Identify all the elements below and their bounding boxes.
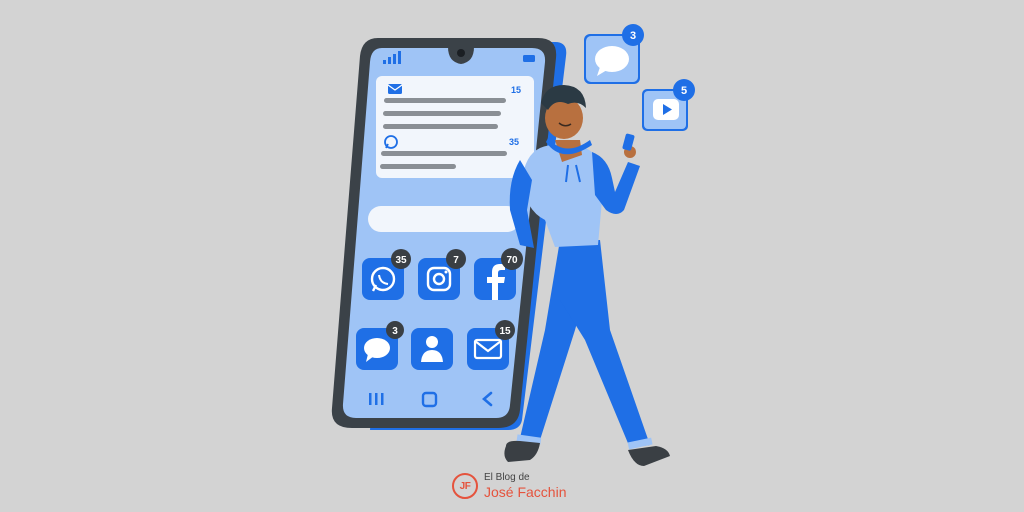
svg-text:70: 70	[506, 255, 518, 266]
email-count: 15	[511, 85, 521, 95]
brand-line1: El Blog de	[484, 472, 530, 483]
badge-facebook: 70	[501, 248, 523, 270]
brand-line2: José Facchin	[484, 484, 567, 500]
recents-icon[interactable]	[369, 393, 384, 405]
svg-text:5: 5	[681, 85, 687, 97]
svg-text:35: 35	[395, 255, 407, 266]
svg-text:3: 3	[392, 326, 398, 337]
envelope-icon	[387, 84, 403, 94]
badge-messages: 3	[386, 321, 404, 339]
brand-text: El Blog de José Facchin	[484, 472, 567, 500]
svg-text:15: 15	[499, 326, 511, 337]
camera-icon	[457, 49, 465, 57]
illustration: 15 35 35 7 70 3 15 3 5	[331, 24, 695, 466]
badge-floating-video: 5	[673, 79, 695, 101]
whatsapp-count: 35	[509, 137, 519, 147]
svg-text:7: 7	[453, 255, 459, 266]
notification-card[interactable]: 15 35	[376, 76, 534, 178]
badge-floating-chat: 3	[622, 24, 644, 46]
logo-mark: JF	[452, 473, 478, 499]
badge-instagram: 7	[446, 249, 466, 269]
search-bar[interactable]	[368, 206, 520, 232]
badge-mail: 15	[495, 320, 515, 340]
brand-logo[interactable]: JF El Blog de José Facchin	[452, 470, 566, 502]
app-contacts[interactable]	[411, 328, 453, 370]
badge-whatsapp: 35	[391, 249, 411, 269]
battery-icon	[523, 55, 535, 62]
svg-text:3: 3	[630, 30, 636, 42]
